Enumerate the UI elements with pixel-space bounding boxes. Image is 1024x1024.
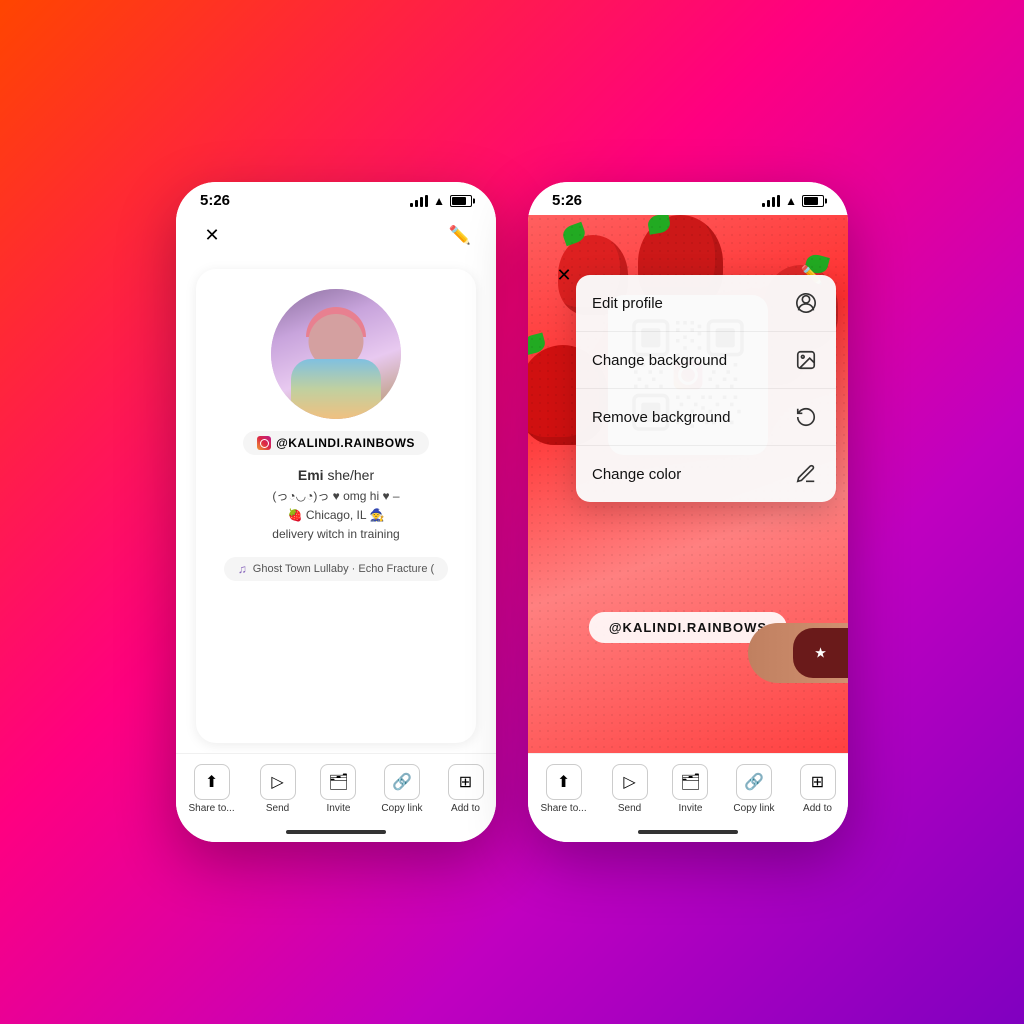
music-badge-1: ♫ Ghost Town Lullaby · Echo Fracture ( xyxy=(224,557,448,581)
dropdown-menu: Edit profile Change background xyxy=(576,275,836,502)
top-nav-1: ✕ ✏️ xyxy=(176,215,496,259)
invite-icon-1: 🗂 xyxy=(320,764,356,800)
edit-profile-label: Edit profile xyxy=(592,295,663,312)
status-time-1: 5:26 xyxy=(200,192,230,209)
close-button-1[interactable]: ✕ xyxy=(196,219,228,251)
avatar-1 xyxy=(271,289,401,419)
username-text-1: @KALINDI.RAINBOWS xyxy=(276,436,415,450)
change-color-label: Change color xyxy=(592,466,681,483)
send-label-2: Send xyxy=(618,803,641,814)
change-color-icon xyxy=(792,460,820,488)
share-icon-1: ⬆ xyxy=(194,764,230,800)
add-icon-2: ⊞ xyxy=(800,764,836,800)
status-bar-2: 5:26 ▲ xyxy=(528,182,848,215)
invite-icon-2: 🗂 xyxy=(672,764,708,800)
wifi-icon-2: ▲ xyxy=(785,194,797,208)
share-label-1: Share to... xyxy=(188,803,234,814)
copy-action-1[interactable]: 🔗 Copy link xyxy=(381,764,422,814)
music-icon-1: ♫ xyxy=(238,562,247,576)
invite-label-1: Invite xyxy=(327,803,351,814)
signal-icon-2 xyxy=(762,195,780,207)
battery-icon-1 xyxy=(450,195,472,207)
copy-label-1: Copy link xyxy=(381,803,422,814)
invite-action-1[interactable]: 🗂 Invite xyxy=(320,764,356,814)
send-action-2[interactable]: ▷ Send xyxy=(612,764,648,814)
action-bar-1: ⬆ Share to... ▷ Send 🗂 Invite 🔗 Copy lin… xyxy=(176,753,496,822)
link-icon-2: 🔗 xyxy=(736,764,772,800)
copy-action-2[interactable]: 🔗 Copy link xyxy=(733,764,774,814)
share-icon-2: ⬆ xyxy=(546,764,582,800)
edit-profile-menu-item[interactable]: Edit profile xyxy=(576,275,836,332)
status-icons-2: ▲ xyxy=(762,194,824,208)
battery-icon-2 xyxy=(802,195,824,207)
profile-name-1: Emi she/her xyxy=(298,467,374,483)
username-badge-1: @KALINDI.RAINBOWS xyxy=(243,431,429,455)
phone-1: 5:26 ▲ ✕ ✏️ xyxy=(176,182,496,842)
add-label-2: Add to xyxy=(803,803,832,814)
send-label-1: Send xyxy=(266,803,289,814)
link-icon-1: 🔗 xyxy=(384,764,420,800)
instagram-logo-small-1 xyxy=(257,436,271,450)
invite-label-2: Invite xyxy=(679,803,703,814)
phone2-main: ✕ ✏️ xyxy=(528,215,848,753)
share-action-2[interactable]: ⬆ Share to... xyxy=(540,764,586,814)
send-icon-1: ▷ xyxy=(260,764,296,800)
status-icons-1: ▲ xyxy=(410,194,472,208)
change-background-label: Change background xyxy=(592,352,727,369)
home-indicator-2 xyxy=(528,822,848,842)
edit-button-1[interactable]: ✏️ xyxy=(444,219,476,251)
edit-profile-icon xyxy=(792,289,820,317)
change-background-menu-item[interactable]: Change background xyxy=(576,332,836,389)
remove-background-menu-item[interactable]: Remove background xyxy=(576,389,836,446)
send-icon-2: ▷ xyxy=(612,764,648,800)
copy-label-2: Copy link xyxy=(733,803,774,814)
share-action-1[interactable]: ⬆ Share to... xyxy=(188,764,234,814)
add-action-2[interactable]: ⊞ Add to xyxy=(800,764,836,814)
action-bar-2: ⬆ Share to... ▷ Send 🗂 Invite 🔗 Copy lin… xyxy=(528,753,848,822)
profile-card-1: @KALINDI.RAINBOWS Emi she/her (っ◔◡◔)っ ♥ … xyxy=(176,259,496,753)
remove-background-label: Remove background xyxy=(592,409,730,426)
wifi-icon-1: ▲ xyxy=(433,194,445,208)
hand-with-nail xyxy=(748,623,848,683)
add-icon-1: ⊞ xyxy=(448,764,484,800)
remove-background-icon xyxy=(792,403,820,431)
home-indicator-1 xyxy=(176,822,496,842)
invite-action-2[interactable]: 🗂 Invite xyxy=(672,764,708,814)
share-label-2: Share to... xyxy=(540,803,586,814)
status-time-2: 5:26 xyxy=(552,192,582,209)
send-action-1[interactable]: ▷ Send xyxy=(260,764,296,814)
phone-2: 5:26 ▲ xyxy=(528,182,848,842)
change-color-menu-item[interactable]: Change color xyxy=(576,446,836,502)
status-bar-1: 5:26 ▲ xyxy=(176,182,496,215)
profile-container-1: @KALINDI.RAINBOWS Emi she/her (っ◔◡◔)っ ♥ … xyxy=(196,269,476,743)
signal-icon-1 xyxy=(410,195,428,207)
change-background-icon xyxy=(792,346,820,374)
profile-bio-1: (っ◔◡◔)っ ♥ omg hi ♥ – 🍓 Chicago, IL 🧙 del… xyxy=(272,487,399,545)
nail xyxy=(793,628,848,678)
add-action-1[interactable]: ⊞ Add to xyxy=(448,764,484,814)
add-label-1: Add to xyxy=(451,803,480,814)
